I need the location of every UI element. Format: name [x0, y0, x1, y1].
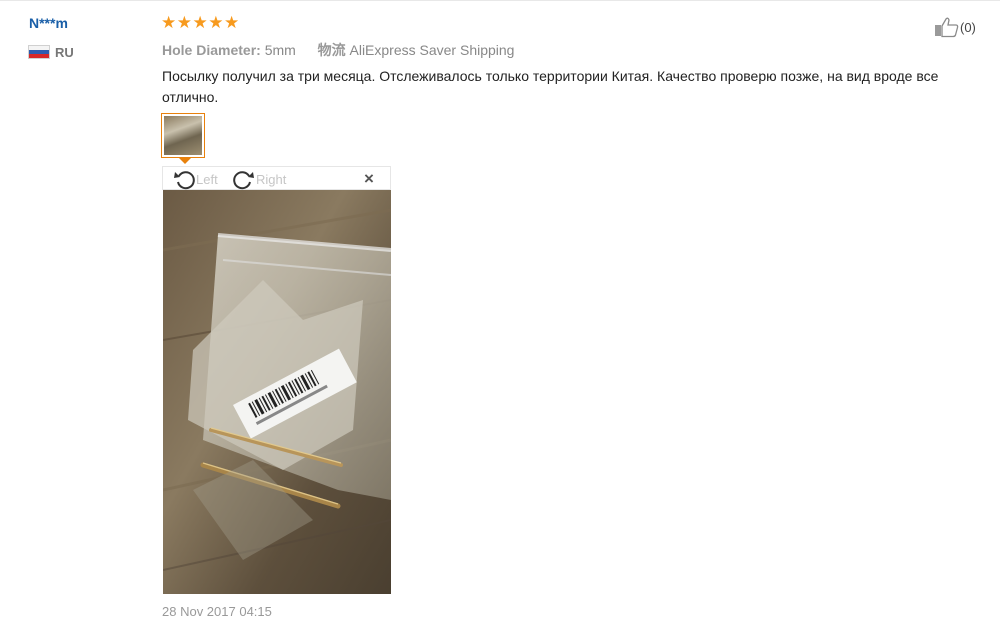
star-icon: ★ — [224, 13, 240, 32]
close-icon[interactable]: × — [364, 170, 374, 187]
divider — [0, 0, 1000, 1]
thumbnail-image — [164, 116, 202, 155]
review-attributes: Hole Diameter: 5mm 物流 AliExpress Saver S… — [162, 40, 514, 60]
rotate-right-icon — [233, 171, 254, 190]
review-text: Посылку получил за три месяца. Отслежива… — [162, 68, 939, 105]
rotate-right-button[interactable]: Right — [233, 168, 286, 190]
photo-viewer: Left Right × — [162, 166, 392, 596]
rotate-right-label: Right — [256, 171, 287, 187]
star-icon: ★ — [176, 13, 192, 32]
thumbnail-pointer — [179, 158, 191, 164]
russia-flag-icon — [28, 45, 50, 59]
star-rating: ★ ★ ★ ★ ★ — [161, 13, 240, 33]
shipping-value: AliExpress Saver Shipping — [349, 42, 515, 58]
thumbs-up-icon — [935, 17, 959, 38]
rotate-left-icon — [174, 171, 195, 190]
review-date: 28 Nov 2017 04:15 — [162, 604, 272, 619]
attribute-label: Hole Diameter: — [162, 42, 261, 58]
review-photo — [163, 190, 391, 594]
star-icon: ★ — [208, 13, 224, 32]
rotate-left-label: Left — [196, 171, 218, 187]
review-photo-image — [163, 190, 391, 594]
viewer-toolbar: Left Right × — [162, 166, 391, 190]
helpful-button[interactable]: (0) — [934, 16, 976, 38]
shipping-label: 物流 — [317, 42, 346, 58]
star-icon: ★ — [192, 13, 208, 32]
attribute-value: 5mm — [264, 42, 296, 58]
star-icon: ★ — [161, 13, 177, 32]
helpful-count: (0) — [960, 19, 976, 35]
rotate-left-button[interactable]: Left — [173, 168, 218, 190]
reviewer-country: RU — [28, 44, 74, 60]
reviewer-name: N***m — [29, 15, 68, 31]
photo-thumbnail[interactable] — [161, 113, 205, 158]
country-code: RU — [55, 44, 74, 60]
